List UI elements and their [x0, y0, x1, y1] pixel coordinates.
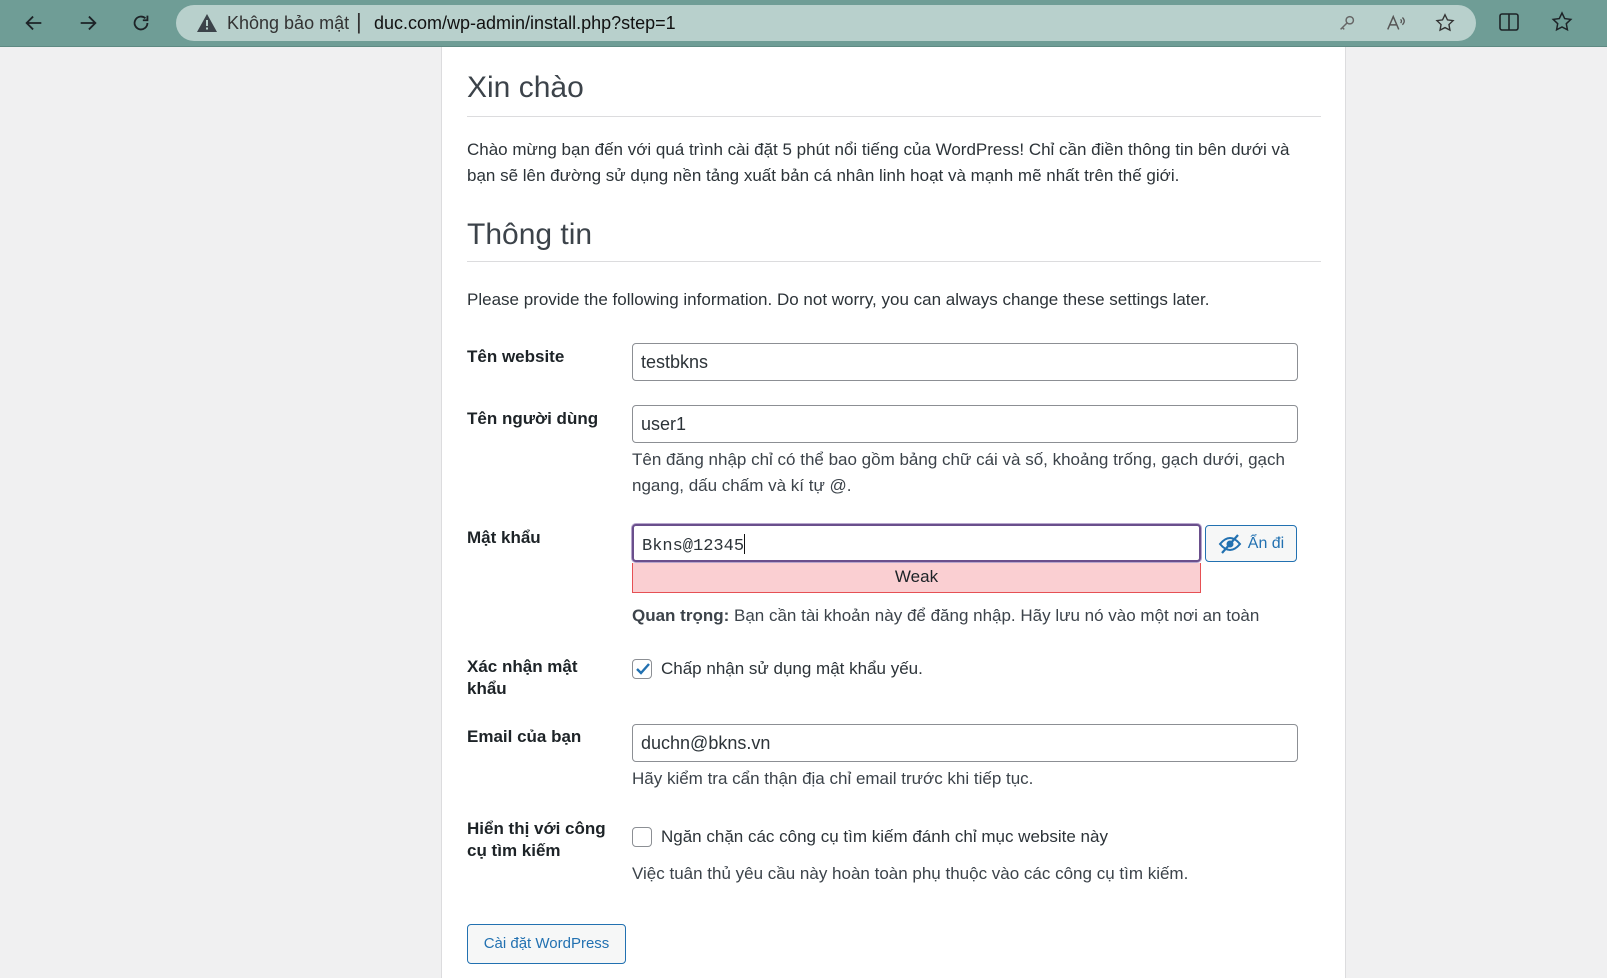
hide-button-label: Ẩn đi	[1247, 534, 1285, 552]
browser-toolbar: Không bảo mật | duc.com/wp-admin/install…	[0, 0, 1607, 47]
search-visibility-label: Hiển thị với công cụ tìm kiếm	[467, 818, 606, 862]
welcome-heading: Xin chào	[467, 71, 584, 104]
password-strength-meter: Weak	[632, 563, 1201, 593]
back-button[interactable]	[16, 6, 52, 40]
password-note: Quan trọng: Bạn cần tài khoản này để đăn…	[632, 603, 1259, 629]
search-visibility-description: Việc tuân thủ yêu cầu này hoàn toàn phụ …	[632, 864, 1189, 883]
address-separator: |	[356, 9, 362, 34]
refresh-icon	[133, 15, 149, 31]
password-key-button[interactable]	[1336, 12, 1358, 34]
key-icon	[1340, 15, 1355, 30]
username-description-line-2: ngang, dấu chấm và kí tự @.	[632, 476, 852, 495]
install-wordpress-button[interactable]: Cài đặt WordPress	[467, 924, 626, 964]
security-label[interactable]: Không bảo mật	[227, 13, 349, 34]
username-description-line-1: Tên đăng nhập chỉ có thể bao gồm bảng ch…	[632, 450, 1285, 469]
search-visibility-checkbox[interactable]	[632, 827, 652, 847]
forward-icon	[80, 15, 97, 31]
eye-slash-icon	[1218, 533, 1242, 554]
forward-button[interactable]	[70, 6, 106, 40]
username-input[interactable]: user1	[632, 405, 1298, 443]
weak-password-checkbox-label[interactable]: Chấp nhận sử dụng mật khẩu yếu.	[661, 658, 923, 680]
text-caret	[744, 534, 746, 554]
weak-password-checkbox[interactable]	[632, 659, 652, 679]
email-description: Hãy kiểm tra cẩn thận địa chỉ email trướ…	[632, 769, 1034, 788]
info-heading: Thông tin	[467, 218, 593, 251]
refresh-button[interactable]	[123, 6, 159, 40]
split-screen-icon	[1499, 13, 1519, 31]
warning-icon[interactable]	[196, 13, 218, 33]
welcome-text-line-1: Chào mừng bạn đến với quá trình cài đặt …	[467, 140, 1290, 159]
hide-password-button[interactable]: Ẩn đi	[1205, 525, 1297, 562]
site-title-input[interactable]: testbkns	[632, 343, 1298, 381]
password-note-text: Bạn cần tài khoản này để đăng nhập. Hãy …	[729, 606, 1260, 625]
divider	[467, 116, 1321, 117]
search-visibility-checkbox-label[interactable]: Ngăn chặn các công cụ tìm kiếm đánh chỉ …	[661, 826, 1108, 848]
read-aloud-button[interactable]	[1385, 12, 1407, 34]
read-aloud-icon	[1387, 14, 1405, 30]
favorites-icon	[1551, 11, 1573, 32]
address-bar[interactable]: Không bảo mật | duc.com/wp-admin/install…	[176, 5, 1476, 41]
site-title-label: Tên website	[467, 347, 565, 366]
visibility-label-line-2: cụ tìm kiếm	[467, 841, 561, 860]
visibility-label-line-1: Hiển thị với công	[467, 819, 606, 838]
back-icon	[25, 15, 42, 31]
info-text: Please provide the following information…	[467, 290, 1210, 309]
favorites-button[interactable]	[1550, 10, 1574, 34]
password-important-label: Quan trọng:	[632, 606, 730, 625]
url-text[interactable]: duc.com/wp-admin/install.php?step=1	[374, 13, 676, 34]
username-label: Tên người dùng	[467, 409, 599, 428]
email-label: Email của bạn	[467, 727, 582, 746]
confirm-label-line-1: Xác nhận mật	[467, 657, 578, 676]
password-value: Bkns@12345	[642, 537, 745, 556]
install-card: Xin chào Chào mừng bạn đến với quá trình…	[441, 47, 1346, 978]
favorite-button[interactable]	[1434, 12, 1456, 34]
email-input[interactable]: duchn@bkns.vn	[632, 724, 1298, 762]
checkmark-icon	[636, 663, 650, 675]
welcome-text-line-2: bạn sẽ lên đường sử dụng nền tảng xuất b…	[467, 166, 1180, 185]
confirm-password-label: Xác nhận mật khẩu	[467, 656, 578, 700]
favorite-star-icon	[1435, 13, 1455, 32]
confirm-label-line-2: khẩu	[467, 679, 507, 698]
password-label: Mật khẩu	[467, 528, 541, 547]
divider	[467, 261, 1321, 262]
split-screen-button[interactable]	[1497, 10, 1521, 34]
password-input[interactable]: Bkns@12345	[632, 524, 1201, 562]
